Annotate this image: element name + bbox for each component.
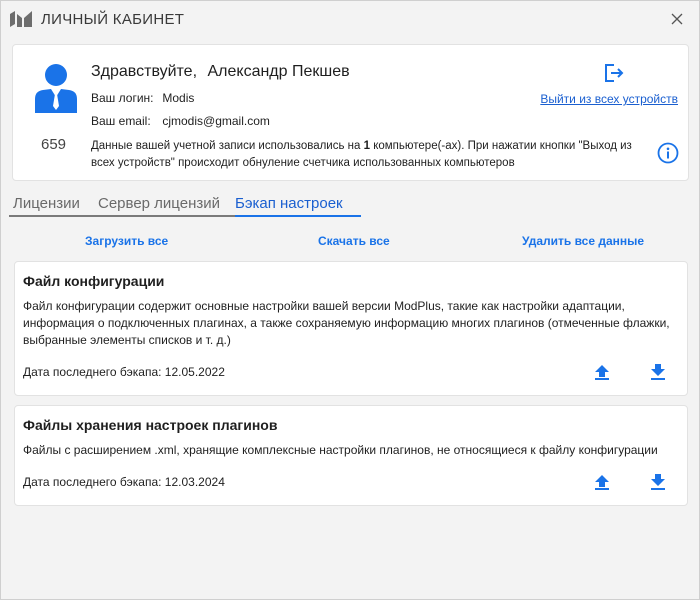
personal-account-window: ЛИЧНЫЙ КАБИНЕТ 659 Здравствуйте, Алексан… (0, 0, 700, 600)
card-title: Файлы хранения настроек плагинов (23, 417, 278, 433)
user-name: Александр Пекшев (207, 63, 350, 80)
greeting-text: Здравствуйте, (91, 63, 198, 80)
user-counter: 659 (41, 136, 67, 153)
upload-all-button[interactable]: Загрузить все (85, 234, 168, 248)
card-description: Файл конфигурации содержит основные наст… (23, 299, 670, 347)
last-backup-date: Дата последнего бэкапа: 12.05.2022 (23, 365, 225, 379)
close-button[interactable] (665, 7, 689, 31)
download-icon[interactable] (648, 472, 668, 492)
user-avatar-icon (35, 64, 77, 113)
download-all-button[interactable]: Скачать все (318, 234, 390, 248)
profile-card: 659 Здравствуйте, Александр Пекшев Ваш л… (12, 44, 689, 181)
logout-all-devices-link[interactable]: Выйти из всех устройств (540, 92, 678, 106)
card-title: Файл конфигурации (23, 273, 165, 289)
window-title: ЛИЧНЫЙ КАБИНЕТ (41, 11, 185, 28)
delete-all-data-button[interactable]: Удалить все данные (522, 234, 644, 248)
config-file-card: Файл конфигурации Файл конфигурации соде… (14, 261, 688, 396)
upload-icon[interactable] (592, 472, 612, 492)
greeting: Здравствуйте, Александр Пекшев (91, 63, 350, 81)
login-row: Ваш логин: Modis (91, 91, 194, 105)
active-tab-indicator (235, 215, 361, 217)
modplus-logo-icon (10, 11, 32, 27)
logout-icon[interactable] (601, 61, 625, 85)
email-row: Ваш email: cjmodis@gmail.com (91, 114, 270, 128)
card-description: Файлы с расширением .xml, хранящие компл… (23, 443, 658, 457)
plugin-settings-files-card: Файлы хранения настроек плагинов Файлы с… (14, 405, 688, 506)
upload-icon[interactable] (592, 362, 612, 382)
login-value: Modis (162, 91, 195, 105)
info-icon[interactable] (657, 142, 679, 164)
title-bar: ЛИЧНЫЙ КАБИНЕТ (1, 1, 699, 37)
download-icon[interactable] (648, 362, 668, 382)
account-usage-description: Данные вашей учетной записи использовали… (91, 138, 651, 172)
close-icon (671, 13, 683, 25)
description-text-start: Данные вашей учетной записи использовали… (91, 140, 364, 152)
tab-divider (9, 215, 235, 217)
login-label: Ваш логин: (91, 91, 154, 105)
email-label: Ваш email: (91, 114, 151, 128)
last-backup-date: Дата последнего бэкапа: 12.03.2024 (23, 475, 225, 489)
email-value: cjmodis@gmail.com (162, 114, 270, 128)
